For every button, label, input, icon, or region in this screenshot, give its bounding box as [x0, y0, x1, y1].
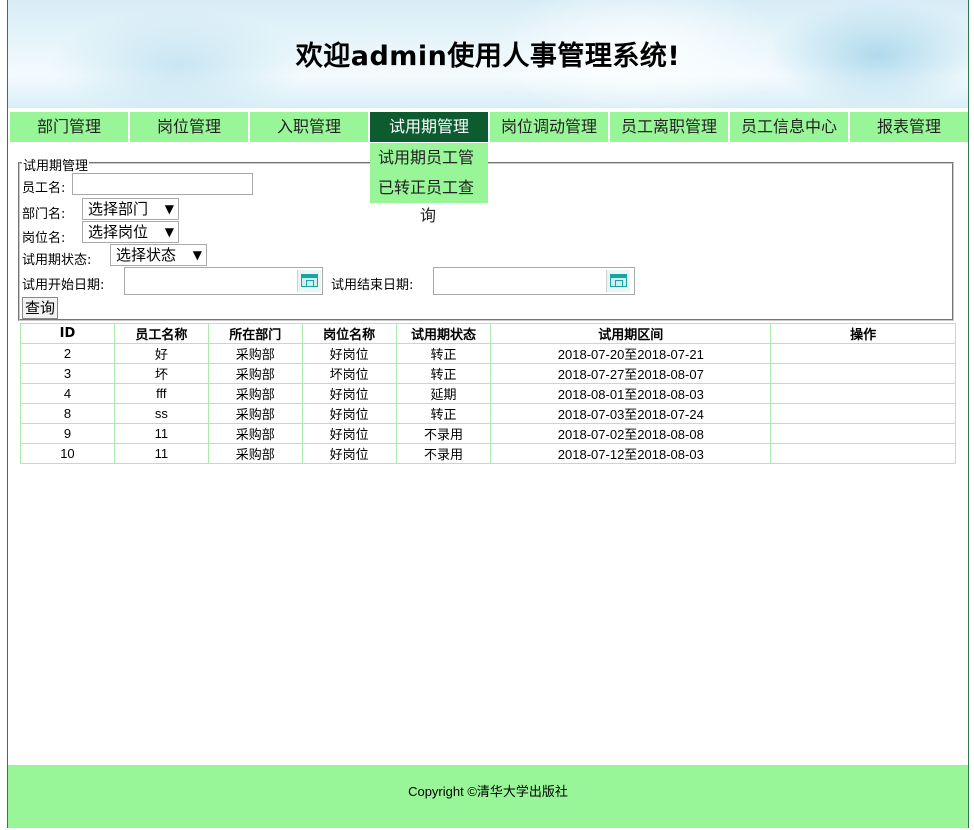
column-header-dept: 所在部门 — [207, 323, 303, 344]
table-row: 2 好 采购部 好岗位 转正 2018-07-20至2018-07-21 — [20, 343, 956, 364]
start-date-input[interactable] — [124, 267, 323, 295]
column-header-status: 试用期状态 — [395, 323, 492, 344]
cell-employee: 坏 — [113, 363, 209, 384]
cell-id: 8 — [20, 403, 115, 424]
cell-period: 2018-07-03至2018-07-24 — [490, 403, 772, 424]
nav-item-reports[interactable]: 报表管理 — [850, 112, 968, 142]
cell-post: 坏岗位 — [301, 363, 397, 384]
post-label: 岗位名: — [22, 231, 66, 246]
cell-status: 延期 — [395, 383, 492, 404]
cell-id: 9 — [20, 423, 115, 444]
page-title: 欢迎admin使用人事管理系统! — [295, 41, 681, 72]
cell-period: 2018-07-27至2018-08-07 — [490, 363, 772, 384]
cell-dept: 采购部 — [207, 383, 303, 404]
employee-name-input[interactable] — [72, 173, 253, 195]
nav-item-resign[interactable]: 员工离职管理 — [610, 112, 728, 142]
probation-table: ID 员工名称 所在部门 岗位名称 试用期状态 试用期区间 操作 2 好 采购部… — [20, 323, 956, 464]
probation-dropdown-menu: 试用期员工管 已转正员工查 — [370, 143, 488, 203]
cell-actions — [770, 343, 956, 364]
cell-post: 好岗位 — [301, 383, 397, 404]
chevron-down-icon: ▼ — [192, 248, 202, 262]
cell-dept: 采购部 — [207, 423, 303, 444]
dept-select-value: 选择部门 — [88, 200, 149, 218]
nav-item-employee-info[interactable]: 员工信息中心 — [730, 112, 848, 142]
search-button[interactable]: 查询 — [22, 297, 58, 319]
nav-item-onboard[interactable]: 入职管理 — [250, 112, 368, 142]
table-row: 8 ss 采购部 好岗位 转正 2018-07-03至2018-07-24 — [20, 403, 956, 424]
cell-id: 2 — [20, 343, 115, 364]
table-row: 9 11 采购部 好岗位 不录用 2018-07-02至2018-08-08 — [20, 423, 956, 444]
column-header-period: 试用期区间 — [490, 323, 772, 344]
table-row: 4 fff 采购部 好岗位 延期 2018-08-01至2018-08-03 — [20, 383, 956, 404]
column-header-employee: 员工名称 — [113, 323, 209, 344]
cell-employee: 好 — [113, 343, 209, 364]
cell-period: 2018-08-01至2018-08-03 — [490, 383, 772, 404]
chevron-down-icon: ▼ — [164, 202, 174, 216]
post-select[interactable]: 选择岗位 ▼ — [82, 221, 179, 243]
cell-period: 2018-07-20至2018-07-21 — [490, 343, 772, 364]
table-row: 10 11 采购部 好岗位 不录用 2018-07-12至2018-08-03 — [20, 443, 956, 464]
column-header-id: ID — [20, 323, 115, 344]
cell-status: 不录用 — [395, 443, 492, 464]
dropdown-item-regularized-staff[interactable]: 已转正员工查 — [370, 173, 488, 203]
cell-employee: ss — [113, 403, 209, 424]
table-row: 3 坏 采购部 坏岗位 转正 2018-07-27至2018-08-07 — [20, 363, 956, 384]
employee-name-label: 员工名: — [22, 181, 66, 196]
cell-post: 好岗位 — [301, 343, 397, 364]
nav-item-post[interactable]: 岗位管理 — [130, 112, 248, 142]
end-date-input[interactable] — [433, 267, 635, 295]
cell-employee: 11 — [113, 443, 209, 464]
cell-actions — [770, 443, 956, 464]
cell-post: 好岗位 — [301, 423, 397, 444]
dept-select[interactable]: 选择部门 ▼ — [82, 198, 179, 220]
status-label: 试用期状态: — [22, 253, 92, 268]
dropdown-item-probation-staff[interactable]: 试用期员工管 — [370, 143, 488, 173]
cell-dept: 采购部 — [207, 343, 303, 364]
cell-employee: fff — [113, 383, 209, 404]
cell-actions — [770, 363, 956, 384]
calendar-icon[interactable] — [297, 270, 321, 292]
dept-label: 部门名: — [22, 207, 66, 222]
cell-post: 好岗位 — [301, 443, 397, 464]
column-header-post: 岗位名称 — [301, 323, 397, 344]
footer: Copyright ©清华大学出版社 — [8, 765, 968, 828]
table-header-row: ID 员工名称 所在部门 岗位名称 试用期状态 试用期区间 操作 — [20, 323, 956, 344]
end-date-label: 试用结束日期: — [331, 278, 414, 293]
search-legend: 试用期管理 — [22, 155, 90, 174]
start-date-label: 试用开始日期: — [22, 278, 105, 293]
cell-period: 2018-07-12至2018-08-03 — [490, 443, 772, 464]
cell-id: 10 — [20, 443, 115, 464]
status-select[interactable]: 选择状态 ▼ — [110, 244, 207, 266]
cell-status: 不录用 — [395, 423, 492, 444]
header-banner: 欢迎admin使用人事管理系统! — [8, 0, 968, 108]
chevron-down-icon: ▼ — [164, 225, 174, 239]
nav-item-transfer[interactable]: 岗位调动管理 — [490, 112, 608, 142]
main-nav: 部门管理 岗位管理 入职管理 试用期管理 岗位调动管理 员工离职管理 员工信息中… — [10, 112, 968, 142]
cell-actions — [770, 383, 956, 404]
cell-actions — [770, 403, 956, 424]
post-select-value: 选择岗位 — [88, 223, 149, 241]
nav-item-dept[interactable]: 部门管理 — [10, 112, 128, 142]
cell-id: 4 — [20, 383, 115, 404]
cell-period: 2018-07-02至2018-08-08 — [490, 423, 772, 444]
cell-dept: 采购部 — [207, 443, 303, 464]
nav-item-probation[interactable]: 试用期管理 — [370, 112, 488, 142]
cell-status: 转正 — [395, 403, 492, 424]
dropdown-overflow-text: 询 — [420, 206, 437, 225]
cell-post: 好岗位 — [301, 403, 397, 424]
calendar-icon[interactable] — [606, 270, 630, 292]
cell-status: 转正 — [395, 363, 492, 384]
column-header-actions: 操作 — [770, 323, 956, 344]
copyright-text: Copyright ©清华大学出版社 — [408, 784, 568, 799]
status-select-value: 选择状态 — [116, 246, 177, 264]
cell-dept: 采购部 — [207, 363, 303, 384]
cell-employee: 11 — [113, 423, 209, 444]
cell-actions — [770, 423, 956, 444]
cell-id: 3 — [20, 363, 115, 384]
cell-dept: 采购部 — [207, 403, 303, 424]
cell-status: 转正 — [395, 343, 492, 364]
